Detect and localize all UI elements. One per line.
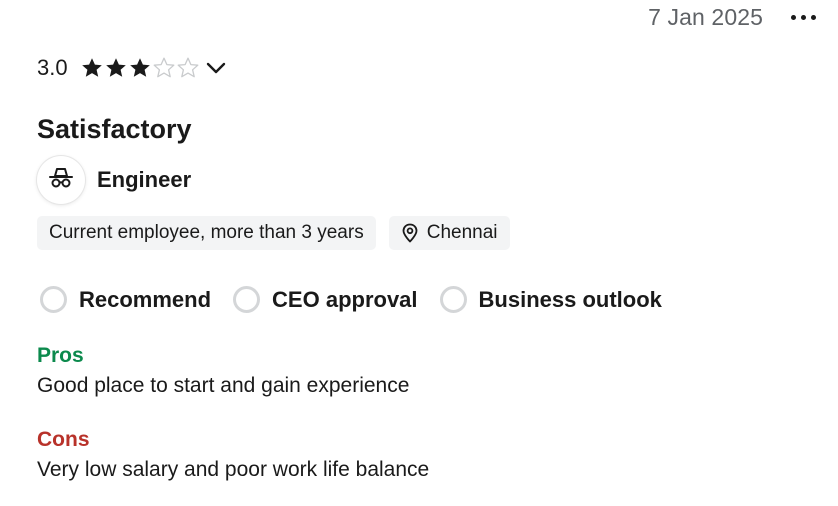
ceo-approval-status-icon <box>233 286 261 313</box>
star-filled-icon <box>81 58 102 77</box>
business-outlook-indicator: Business outlook <box>439 286 662 313</box>
location-chip: Chennai <box>388 216 510 250</box>
recommend-status-icon <box>40 286 67 313</box>
star-filled-icon <box>129 58 150 77</box>
ceo-approval-label: CEO approval <box>272 286 418 312</box>
business-outlook-label: Business outlook <box>478 286 662 312</box>
rating-row: 3.0 <box>37 55 228 81</box>
location-pin-icon <box>401 223 419 243</box>
star-rating <box>80 56 200 80</box>
job-title: Engineer <box>97 167 192 192</box>
location-label: Chennai <box>426 222 498 243</box>
ceo-approval-indicator: CEO approval <box>233 286 418 313</box>
review-date: 7 Jan 2025 <box>648 4 763 30</box>
avatar <box>37 156 85 204</box>
review-indicators: Recommend CEO approval Business outlook <box>40 286 684 313</box>
employment-status-label: Current employee, more than 3 years <box>49 222 364 243</box>
star-filled-icon <box>105 58 126 77</box>
review-card: 7 Jan 2025 3.0 Satisfactory Engineer Cur… <box>0 0 838 506</box>
review-top-bar: 7 Jan 2025 <box>648 4 818 31</box>
star-empty-icon <box>177 57 199 78</box>
star-empty-icon <box>153 57 175 78</box>
job-row: Engineer <box>37 156 191 204</box>
review-chips: Current employee, more than 3 years Chen… <box>37 216 510 250</box>
review-headline: Satisfactory <box>37 114 192 144</box>
recommend-indicator: Recommend <box>40 286 211 313</box>
pros-text: Good place to start and gain experience <box>37 374 410 397</box>
cons-text: Very low salary and poor work life balan… <box>37 458 430 481</box>
employment-status-chip: Current employee, more than 3 years <box>37 216 376 250</box>
business-outlook-status-icon <box>439 286 467 313</box>
pros-heading: Pros <box>37 344 84 367</box>
rating-value: 3.0 <box>37 55 68 80</box>
more-options-icon[interactable] <box>789 11 818 24</box>
recommend-label: Recommend <box>79 286 212 312</box>
incognito-icon <box>47 164 75 197</box>
cons-heading: Cons <box>37 428 90 451</box>
chevron-down-icon[interactable] <box>204 56 228 80</box>
